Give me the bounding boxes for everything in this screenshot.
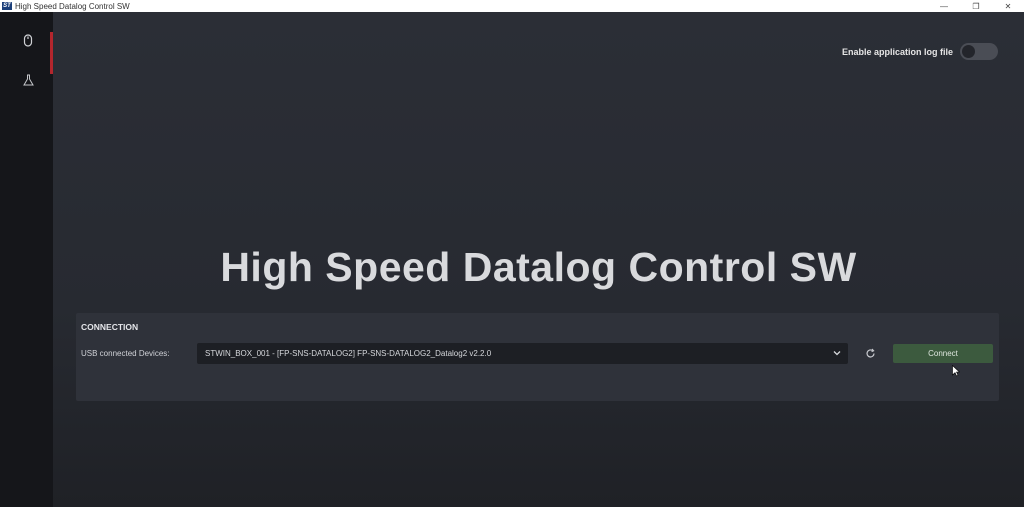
restore-button[interactable]: ❐ — [960, 0, 992, 12]
hero-title: High Speed Datalog Control SW — [220, 244, 857, 290]
log-toggle-switch[interactable] — [960, 43, 998, 60]
mouse-icon[interactable] — [20, 32, 36, 48]
close-button[interactable]: ✕ — [992, 0, 1024, 12]
main-area: Enable application log file High Speed D… — [53, 12, 1024, 507]
minimize-button[interactable]: — — [928, 0, 960, 12]
usb-devices-label: USB connected Devices: — [81, 349, 170, 358]
sidebar — [0, 12, 53, 507]
connect-button[interactable]: Connect — [893, 344, 993, 363]
chevron-down-icon[interactable] — [832, 348, 842, 358]
st-logo-icon: ST — [2, 2, 12, 10]
flask-icon[interactable] — [20, 72, 36, 88]
device-select[interactable]: STWIN_BOX_001 - [FP-SNS-DATALOG2] FP-SNS… — [197, 343, 848, 364]
app-window: ST High Speed Datalog Control SW — ❐ ✕ E… — [0, 0, 1024, 507]
selected-device: STWIN_BOX_001 - [FP-SNS-DATALOG2] FP-SNS… — [205, 349, 492, 358]
window-controls: — ❐ ✕ — [928, 0, 1024, 12]
refresh-icon[interactable] — [863, 346, 877, 360]
window-title: High Speed Datalog Control SW — [15, 1, 130, 11]
title-bar: ST High Speed Datalog Control SW — ❐ ✕ — [0, 0, 1024, 12]
log-toggle-label: Enable application log file — [841, 46, 953, 57]
connection-panel: CONNECTION USB connected Devices: STWIN_… — [76, 313, 999, 401]
connection-heading: CONNECTION — [81, 322, 139, 332]
mouse-cursor-icon — [952, 364, 961, 377]
log-toggle-group: Enable application log file — [842, 43, 998, 60]
toggle-knob — [962, 45, 975, 58]
